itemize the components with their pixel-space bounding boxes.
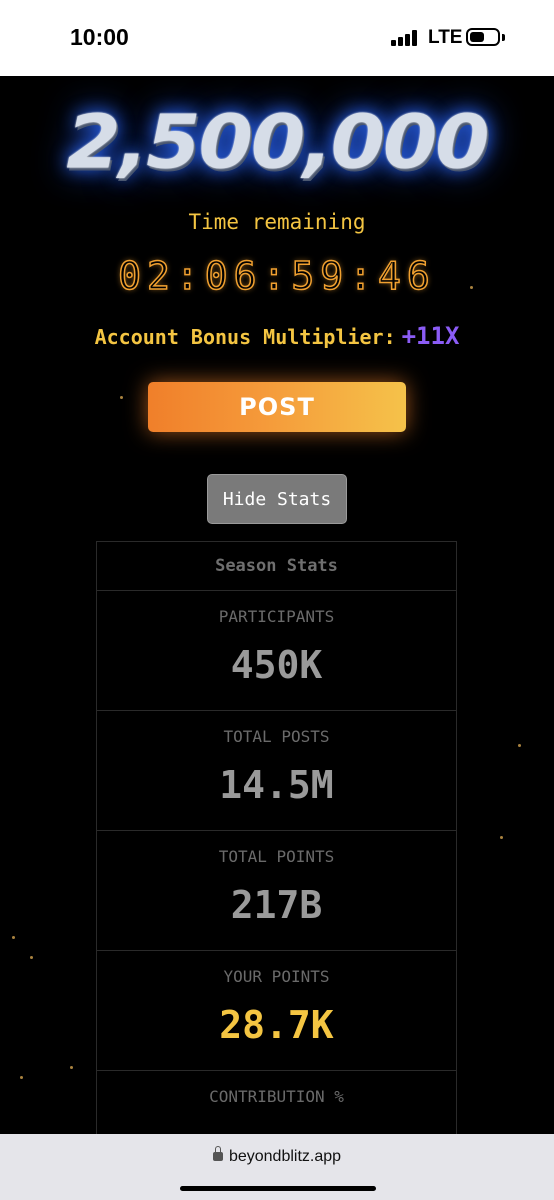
home-indicator[interactable] bbox=[180, 1186, 376, 1191]
stat-label: CONTRIBUTION % bbox=[209, 1087, 344, 1106]
stat-contribution: CONTRIBUTION % bbox=[97, 1071, 456, 1134]
particle-spark bbox=[500, 836, 503, 839]
stat-value: 28.7K bbox=[219, 1003, 334, 1047]
lock-icon bbox=[212, 1146, 223, 1161]
post-button[interactable]: POST bbox=[148, 382, 406, 432]
particle-spark bbox=[70, 1066, 73, 1069]
status-time: 10:00 bbox=[70, 24, 129, 50]
hide-stats-button[interactable]: Hide Stats bbox=[207, 474, 347, 524]
battery-icon bbox=[466, 28, 500, 46]
game-screen: 2,500,000 Time remaining 02:06:59:46 Acc… bbox=[0, 76, 554, 1134]
url-text: beyondblitz.app bbox=[228, 1148, 342, 1165]
time-remaining-label: Time remaining bbox=[188, 210, 366, 234]
stat-value: 217B bbox=[230, 883, 323, 927]
stat-value: 450K bbox=[230, 643, 323, 687]
status-bar: 10:00 LTE bbox=[0, 0, 554, 76]
url-display[interactable]: beyondblitz.app bbox=[0, 1146, 554, 1166]
signal-bars-icon bbox=[391, 30, 421, 46]
particle-spark bbox=[20, 1076, 23, 1079]
browser-url-bar[interactable]: beyondblitz.app bbox=[0, 1134, 554, 1200]
countdown-timer: 02:06:59:46 bbox=[117, 253, 436, 299]
battery-tip bbox=[502, 34, 505, 41]
stat-participants: PARTICIPANTS 450K bbox=[97, 591, 456, 711]
stat-your-points: YOUR POINTS 28.7K bbox=[97, 951, 456, 1071]
stat-label: PARTICIPANTS bbox=[218, 607, 335, 626]
particle-spark bbox=[120, 396, 123, 399]
jackpot-amount: 2,500,000 bbox=[66, 100, 489, 186]
bonus-multiplier-label: Account Bonus Multiplier: bbox=[94, 325, 396, 349]
stat-label: YOUR POINTS bbox=[223, 967, 330, 986]
stat-total-posts: TOTAL POSTS 14.5M bbox=[97, 711, 456, 831]
stat-value: 14.5M bbox=[219, 763, 334, 807]
network-type: LTE bbox=[428, 27, 463, 48]
bonus-multiplier-value: +11X bbox=[401, 322, 460, 350]
season-stats-title: Season Stats bbox=[97, 542, 456, 591]
stat-label: TOTAL POSTS bbox=[223, 727, 330, 746]
particle-spark bbox=[12, 936, 15, 939]
particle-spark bbox=[518, 744, 521, 747]
particle-spark bbox=[30, 956, 33, 959]
bonus-multiplier: Account Bonus Multiplier: +11X bbox=[0, 322, 554, 350]
stat-label: TOTAL POINTS bbox=[218, 847, 335, 866]
stat-total-points: TOTAL POINTS 217B bbox=[97, 831, 456, 951]
season-stats-panel: Season Stats PARTICIPANTS 450K TOTAL POS… bbox=[96, 541, 457, 1134]
